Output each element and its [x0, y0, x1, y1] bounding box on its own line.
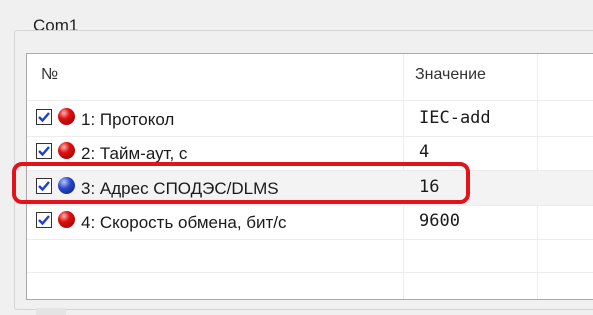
red-ball-icon [58, 142, 75, 159]
red-ball-icon [58, 211, 75, 228]
row-checkbox[interactable] [36, 143, 52, 159]
row-checkbox[interactable] [36, 212, 52, 228]
parameter-name: 2: Тайм-аут, с [81, 144, 188, 163]
table-row[interactable]: 4: Скорость обмена, бит/с 9600 [27, 205, 593, 239]
row-divider [27, 100, 593, 101]
scrollbar-fragment [36, 308, 66, 315]
parameter-name: 1: Протокол [81, 110, 175, 129]
column-header-value[interactable]: Значение [415, 66, 486, 84]
column-header-num[interactable]: № [41, 66, 58, 84]
table-row[interactable]: 1: Протокол IEC-add [27, 102, 593, 136]
highlight-annotation [12, 162, 470, 204]
parameter-value[interactable]: IEC-add [419, 108, 491, 128]
red-ball-icon [58, 108, 75, 125]
checkmark-icon [38, 146, 50, 157]
row-checkbox[interactable] [36, 109, 52, 125]
row-divider [27, 272, 593, 273]
checkmark-icon [38, 112, 50, 123]
checkmark-icon [38, 215, 50, 226]
parameter-name: 4: Скорость обмена, бит/с [81, 213, 287, 232]
parameter-value[interactable]: 9600 [419, 211, 460, 231]
row-divider [27, 239, 593, 240]
parameter-value[interactable]: 4 [419, 142, 429, 162]
